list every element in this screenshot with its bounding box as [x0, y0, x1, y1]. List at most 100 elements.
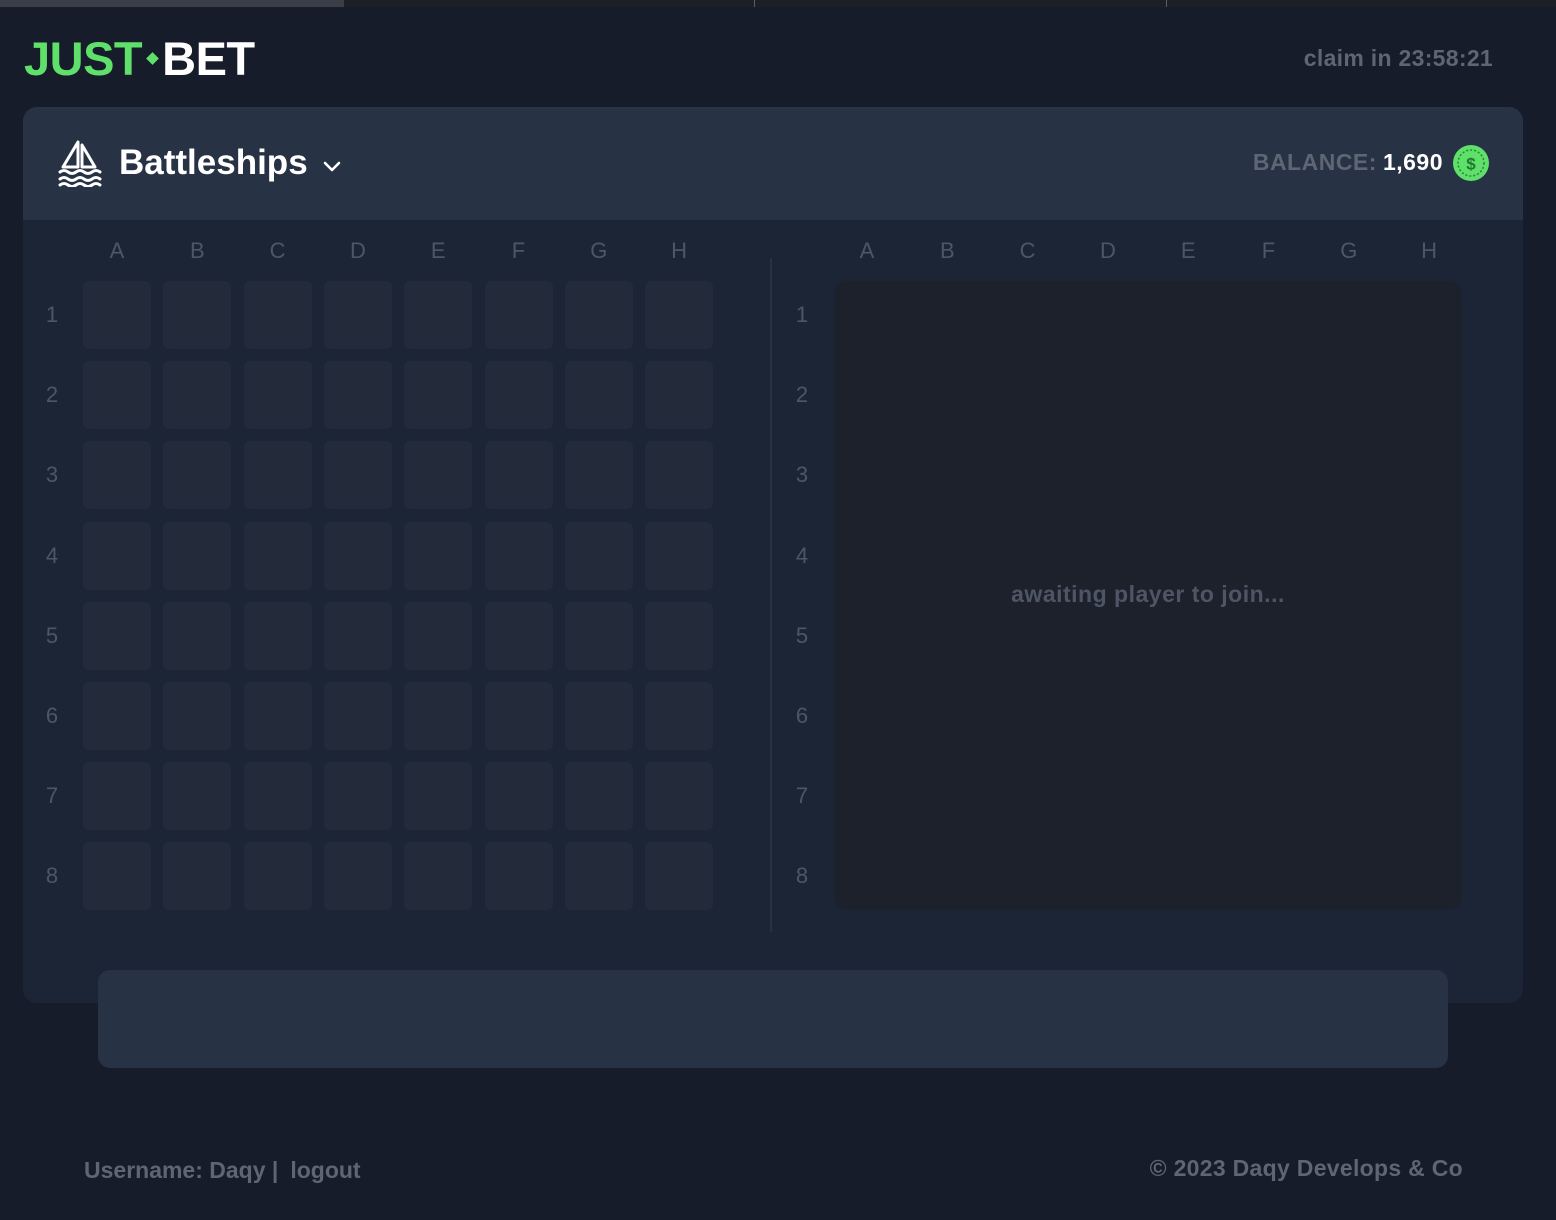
balance-value: 1,690 — [1382, 149, 1443, 175]
grid-cell-E8[interactable] — [404, 842, 473, 911]
grid-cell-A6[interactable] — [83, 682, 151, 750]
grid-cell-H5[interactable] — [645, 601, 714, 670]
grid-cell-C1[interactable] — [243, 281, 312, 349]
brand-logo-diamond-icon — [146, 51, 160, 65]
opponent-waiting-panel: awaiting player to join... — [834, 281, 1462, 910]
grid-cell-D1[interactable] — [323, 281, 392, 349]
opponent-board-row-label: 5 — [795, 622, 809, 648]
grid-cell-D8[interactable] — [323, 842, 392, 911]
sailboat-icon — [58, 140, 102, 187]
grid-cell-B7[interactable] — [163, 762, 232, 831]
grid-cell-A5[interactable] — [83, 601, 151, 670]
grid-cell-H8[interactable] — [645, 842, 714, 911]
grid-cell-E3[interactable] — [404, 441, 473, 510]
bottom-action-panel — [98, 970, 1448, 1068]
player-board-row-label: 6 — [45, 703, 59, 728]
grid-cell-C8[interactable] — [243, 842, 312, 911]
grid-cell-D5[interactable] — [323, 601, 392, 670]
grid-cell-H4[interactable] — [645, 521, 714, 590]
logout-link[interactable]: logout — [290, 1157, 360, 1183]
grid-cell-B1[interactable] — [163, 281, 232, 349]
grid-cell-B6[interactable] — [163, 682, 232, 750]
grid-cell-A1[interactable] — [83, 281, 151, 349]
grid-cell-D3[interactable] — [323, 441, 392, 510]
opponent-board-column-label: A — [859, 238, 875, 263]
grid-cell-E5[interactable] — [404, 601, 473, 670]
brand-logo[interactable]: JUST BET — [24, 31, 255, 85]
opponent-board-column-label: B — [939, 238, 955, 263]
coin-symbol: $ — [1466, 155, 1476, 174]
opponent-board-column-label: G — [1340, 238, 1358, 263]
opponent-board-row-label: 7 — [795, 783, 809, 809]
grid-cell-F6[interactable] — [484, 682, 553, 750]
grid-cell-H1[interactable] — [645, 281, 714, 349]
grid-cell-E6[interactable] — [404, 682, 473, 750]
grid-cell-C2[interactable] — [243, 361, 312, 430]
opponent-board-row-label: 2 — [795, 382, 809, 408]
grid-cell-C6[interactable] — [243, 682, 312, 750]
player-board-column-label: D — [349, 238, 366, 263]
grid-cell-A3[interactable] — [83, 441, 151, 510]
grid-cell-C7[interactable] — [243, 762, 312, 831]
grid-cell-B4[interactable] — [163, 521, 232, 590]
grid-cell-F4[interactable] — [484, 521, 553, 590]
grid-cell-B3[interactable] — [163, 441, 232, 510]
grid-cell-G1[interactable] — [564, 281, 633, 349]
grid-cell-D4[interactable] — [323, 521, 392, 590]
game-title[interactable]: Battleships — [119, 143, 308, 183]
grid-cell-D7[interactable] — [323, 762, 392, 831]
grid-cell-G8[interactable] — [564, 842, 633, 911]
grid-cell-B8[interactable] — [163, 842, 232, 911]
grid-cell-G5[interactable] — [564, 601, 633, 670]
grid-cell-E4[interactable] — [404, 521, 473, 590]
chevron-down-icon[interactable] — [321, 155, 343, 177]
active-tab[interactable] — [0, 0, 344, 7]
grid-cell-A2[interactable] — [83, 361, 151, 430]
grid-cell-F7[interactable] — [484, 762, 553, 831]
grid-cell-G3[interactable] — [564, 441, 633, 510]
grid-cell-F8[interactable] — [484, 842, 553, 911]
tab-separator — [1166, 0, 1167, 7]
grid-cell-H7[interactable] — [645, 762, 714, 831]
grid-cell-A8[interactable] — [83, 842, 151, 911]
grid-cell-E1[interactable] — [404, 281, 473, 349]
grid-cell-F2[interactable] — [484, 361, 553, 430]
grid-cell-B2[interactable] — [163, 361, 232, 430]
player-board-column-label: C — [269, 238, 286, 263]
grid-cell-C3[interactable] — [243, 441, 312, 510]
opponent-board-row-label: 3 — [795, 462, 809, 488]
grid-cell-E2[interactable] — [404, 361, 473, 430]
player-board-column-label: G — [590, 238, 608, 263]
player-board-row-label: 8 — [45, 863, 59, 889]
opponent-board-column-label: D — [1099, 238, 1116, 263]
brand-logo-right: BET — [162, 31, 255, 85]
opponent-board-column-label: E — [1180, 238, 1196, 263]
grid-cell-G4[interactable] — [564, 521, 633, 590]
grid-cell-H2[interactable] — [645, 361, 714, 430]
coin-icon: $ — [1453, 145, 1489, 181]
player-board-column-label: F — [511, 238, 526, 263]
grid-cell-E7[interactable] — [404, 762, 473, 831]
grid-cell-D2[interactable] — [323, 361, 392, 430]
player-board-row-label: 2 — [45, 382, 59, 408]
grid-cell-F3[interactable] — [484, 441, 553, 510]
grid-cell-F5[interactable] — [484, 601, 553, 670]
balance-display: BALANCE: 1,690 — [1253, 149, 1443, 176]
balance-label: BALANCE: — [1252, 149, 1377, 175]
grid-cell-B5[interactable] — [163, 601, 232, 670]
grid-cell-A4[interactable] — [83, 521, 151, 590]
grid-cell-G2[interactable] — [564, 361, 633, 430]
grid-cell-G7[interactable] — [564, 762, 633, 831]
grid-cell-D6[interactable] — [323, 682, 392, 750]
grid-cell-H3[interactable] — [645, 441, 714, 510]
opponent-board-row-label: 8 — [795, 863, 809, 889]
grid-cell-F1[interactable] — [484, 281, 553, 349]
grid-cell-H6[interactable] — [645, 682, 714, 750]
grid-cell-A7[interactable] — [83, 762, 151, 831]
grid-cell-C5[interactable] — [243, 601, 312, 670]
grid-cell-G6[interactable] — [564, 682, 633, 750]
grid-cell-C4[interactable] — [243, 521, 312, 590]
opponent-board-row-label: 6 — [795, 703, 809, 728]
player-board-column-label: H — [671, 238, 688, 263]
player-board-row-label: 5 — [45, 622, 59, 648]
